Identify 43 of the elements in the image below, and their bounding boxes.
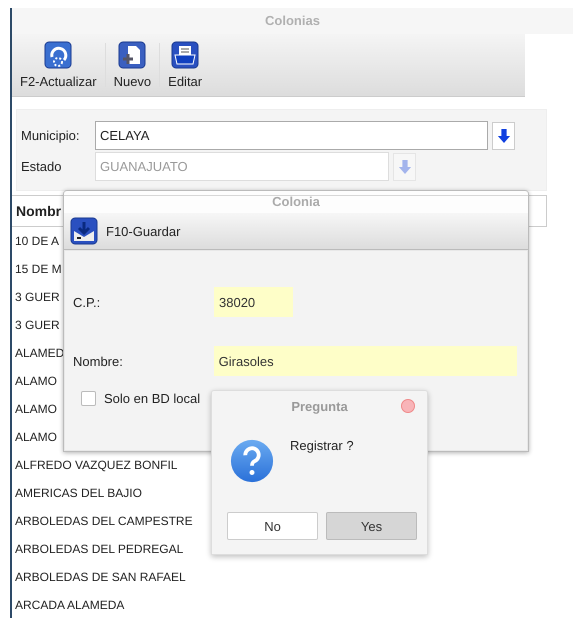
field-label: Estado	[21, 159, 62, 174]
toolbar-button[interactable]: F2-Actualizar	[12, 37, 105, 93]
toolbar-button[interactable]: Nuevo	[106, 37, 160, 93]
question-icon	[229, 438, 275, 484]
table-cell[interactable]: ALAMED	[12, 339, 64, 367]
name-field[interactable]: Girasoles	[214, 346, 517, 376]
field-label: Municipio:	[21, 128, 81, 143]
toolbar-button[interactable]: Editar	[160, 37, 210, 93]
table-cell[interactable]: ALAMO	[12, 367, 58, 395]
inbox-download-icon	[70, 217, 98, 245]
checkbox[interactable]	[81, 391, 96, 406]
table-cell[interactable]: 10 DE A	[12, 227, 60, 255]
dialog-button[interactable]: No	[227, 512, 318, 540]
table-cell[interactable]: ALAMO	[12, 395, 58, 423]
dialog-button[interactable]: Yes	[326, 512, 417, 540]
table-cell[interactable]: ALFREDO VAZQUEZ BONFIL	[12, 451, 178, 479]
field-label: Nombre:	[73, 354, 124, 368]
new-document-icon	[118, 41, 146, 69]
save-button[interactable]: F10-Guardar	[70, 217, 180, 245]
table-cell[interactable]: ALAMO	[12, 423, 58, 451]
dropdown-button[interactable]	[492, 122, 515, 150]
table-cell[interactable]: ARBOLEDAS DEL CAMPESTRE	[12, 507, 193, 535]
table-cell[interactable]: ARCADA ALAMEDA	[12, 591, 124, 618]
refresh-icon	[44, 41, 72, 69]
column-header[interactable]: Nombr	[12, 203, 62, 219]
table-cell[interactable]: 15 DE M	[12, 255, 62, 283]
folder-document-icon	[171, 41, 200, 69]
table-cell[interactable]: ARBOLEDAS DE SAN RAFAEL	[12, 563, 186, 591]
close-button[interactable]	[401, 399, 415, 413]
table-cell[interactable]: 3 GUER	[12, 311, 60, 339]
table-cell[interactable]: AMERICAS DEL BAJIO	[12, 479, 142, 507]
window-title: Pregunta	[291, 398, 348, 414]
table-cell[interactable]: ARBOLEDAS DEL PEDREGAL	[12, 535, 184, 563]
cp-field[interactable]: 38020	[214, 287, 293, 317]
municipio-field[interactable]: CELAYA	[95, 121, 488, 150]
down-arrow-icon	[496, 128, 510, 144]
checkbox-label: Solo en BD local	[104, 391, 200, 406]
message-text: Registrar ?	[290, 438, 354, 453]
window-title: Colonias	[12, 8, 573, 34]
field-label: C.P.:	[73, 294, 102, 310]
window-title: Colonia	[64, 191, 528, 213]
table-cell[interactable]: 3 GUER	[12, 283, 60, 311]
down-arrow-icon	[398, 158, 412, 174]
